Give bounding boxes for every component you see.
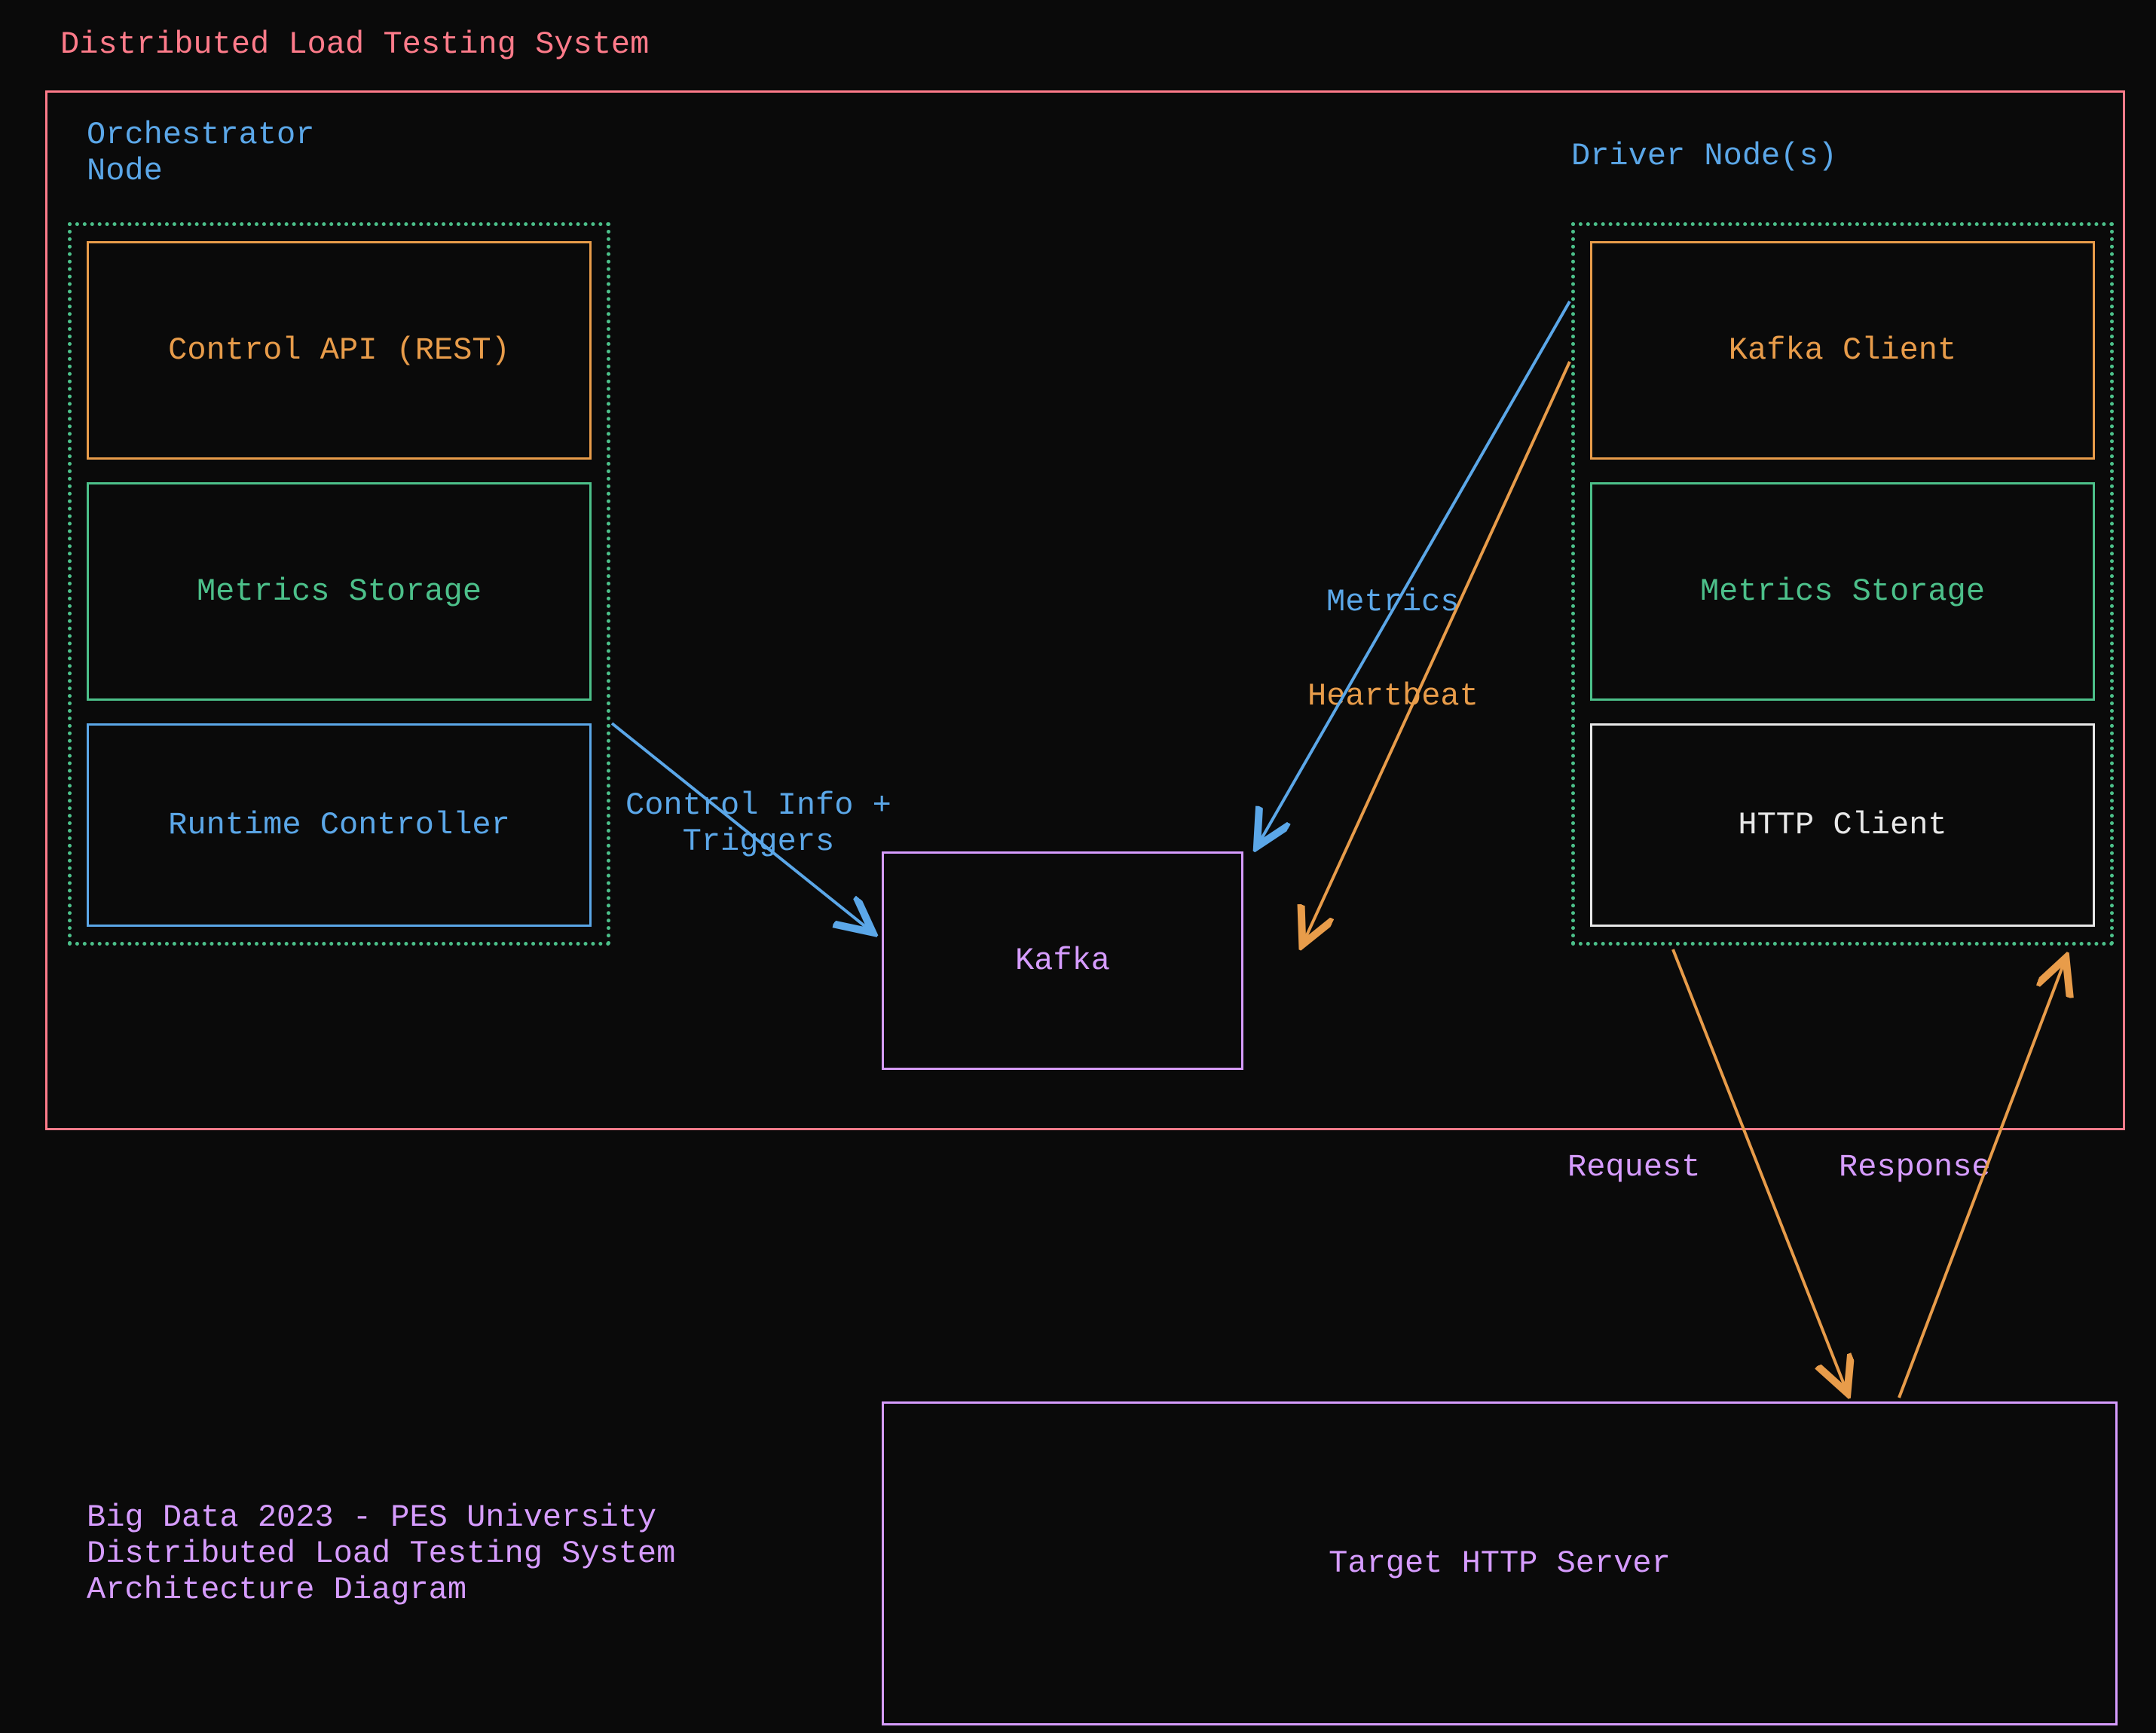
http-client-label: HTTP Client bbox=[1738, 807, 1947, 843]
driver-metrics-storage-box: Metrics Storage bbox=[1590, 482, 2095, 701]
target-box: Target HTTP Server bbox=[882, 1401, 2118, 1725]
heartbeat-label: Heartbeat bbox=[1307, 678, 1479, 714]
control-api-box: Control API (REST) bbox=[87, 241, 592, 460]
diagram-title: Distributed Load Testing System bbox=[60, 26, 649, 63]
kafka-box: Kafka bbox=[882, 851, 1243, 1070]
control-info-label: Control Info + Triggers bbox=[625, 787, 891, 860]
driver-metrics-storage-label: Metrics Storage bbox=[1700, 573, 1985, 610]
diagram-canvas: Distributed Load Testing System Orchestr… bbox=[0, 0, 2156, 1733]
kafka-label: Kafka bbox=[1015, 943, 1110, 979]
request-label: Request bbox=[1567, 1149, 1700, 1185]
kafka-client-box: Kafka Client bbox=[1590, 241, 2095, 460]
response-label: Response bbox=[1839, 1149, 1991, 1185]
driver-title: Driver Node(s) bbox=[1571, 138, 1837, 174]
http-client-box: HTTP Client bbox=[1590, 723, 2095, 927]
target-label: Target HTTP Server bbox=[1329, 1545, 1671, 1582]
kafka-client-label: Kafka Client bbox=[1729, 332, 1956, 368]
control-api-label: Control API (REST) bbox=[168, 332, 510, 368]
orch-metrics-storage-label: Metrics Storage bbox=[197, 573, 482, 610]
orch-metrics-storage-box: Metrics Storage bbox=[87, 482, 592, 701]
runtime-controller-label: Runtime Controller bbox=[168, 807, 510, 843]
metrics-label: Metrics bbox=[1326, 584, 1459, 620]
orchestrator-title: Orchestrator Node bbox=[87, 117, 314, 189]
footer-text: Big Data 2023 - PES University Distribut… bbox=[87, 1499, 675, 1608]
runtime-controller-box: Runtime Controller bbox=[87, 723, 592, 927]
